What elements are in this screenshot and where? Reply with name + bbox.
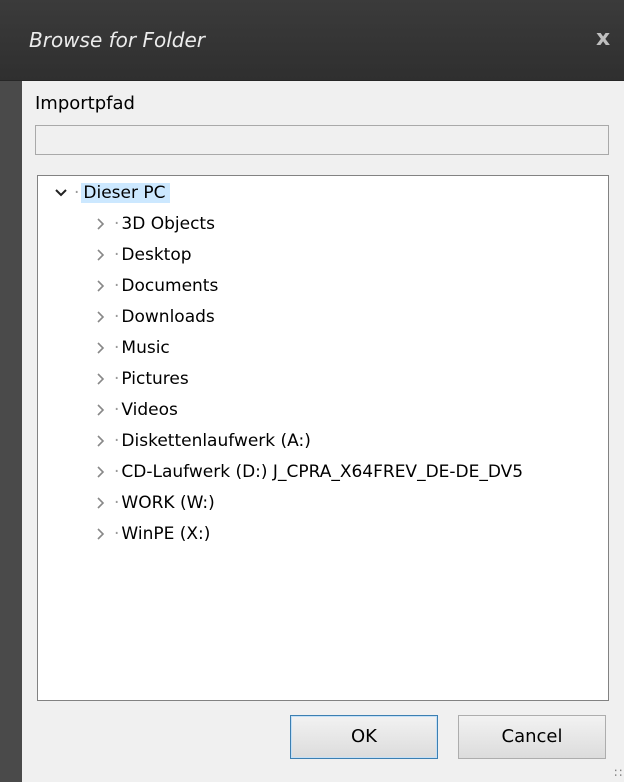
dialog-title: Browse for Folder xyxy=(29,28,205,52)
dialog-body: Importpfad · Dieser PC · 3D Objects · Desktop… xyxy=(22,81,624,782)
tree-dotline: · xyxy=(114,369,120,389)
title-bar[interactable]: Browse for Folder x xyxy=(0,0,624,81)
chevron-right-icon[interactable] xyxy=(94,333,108,363)
chevron-right-icon[interactable] xyxy=(94,364,108,394)
chevron-right-icon[interactable] xyxy=(94,519,108,549)
folder-tree[interactable]: · Dieser PC · 3D Objects · Desktop · Documents ·… xyxy=(37,175,609,701)
tree-item-label: Music xyxy=(121,338,170,358)
tree-dotline: · xyxy=(74,183,80,203)
tree-item-label: WORK (W:) xyxy=(121,493,215,513)
cancel-button[interactable]: Cancel xyxy=(458,715,606,759)
chevron-right-icon[interactable] xyxy=(94,209,108,239)
tree-dotline: · xyxy=(114,524,120,544)
import-path-label: Importpfad xyxy=(35,93,135,114)
tree-item-label: CD-Laufwerk (D:) J_CPRA_X64FREV_DE-DE_DV… xyxy=(121,462,524,482)
tree-dotline: · xyxy=(114,462,120,482)
tree-item-label: Desktop xyxy=(121,245,192,265)
tree-item-label: Downloads xyxy=(121,307,215,327)
tree-dotline: · xyxy=(114,493,120,513)
chevron-down-icon[interactable] xyxy=(54,178,68,208)
tree-dotline: · xyxy=(114,214,120,234)
chevron-right-icon[interactable] xyxy=(94,271,108,301)
tree-item-label: Pictures xyxy=(121,369,189,389)
browse-folder-dialog: Browse for Folder x Importpfad · Dieser P… xyxy=(0,0,624,782)
close-icon[interactable]: x xyxy=(596,24,624,54)
ok-button[interactable]: OK xyxy=(290,715,438,759)
tree-item-label: Dieser PC xyxy=(81,183,170,203)
tree-dotline: · xyxy=(114,431,120,451)
chevron-right-icon[interactable] xyxy=(94,395,108,425)
tree-item-label: Videos xyxy=(121,400,178,420)
import-path-field[interactable] xyxy=(35,125,609,155)
tree-item-label: 3D Objects xyxy=(121,214,215,234)
chevron-right-icon[interactable] xyxy=(94,302,108,332)
tree-item-label: Documents xyxy=(121,276,219,296)
tree-item-label: Diskettenlaufwerk (A:) xyxy=(121,431,311,451)
chevron-right-icon[interactable] xyxy=(94,488,108,518)
tree-dotline: · xyxy=(114,245,120,265)
tree-item-label: WinPE (X:) xyxy=(121,524,211,544)
chevron-right-icon[interactable] xyxy=(94,240,108,270)
tree-dotline: · xyxy=(114,307,120,327)
tree-dotline: · xyxy=(114,338,120,358)
chevron-right-icon[interactable] xyxy=(94,457,108,487)
resize-grip-icon[interactable]: ∷ xyxy=(608,766,622,780)
tree-dotline: · xyxy=(114,276,120,296)
chevron-right-icon[interactable] xyxy=(94,426,108,456)
tree-dotline: · xyxy=(114,400,120,420)
